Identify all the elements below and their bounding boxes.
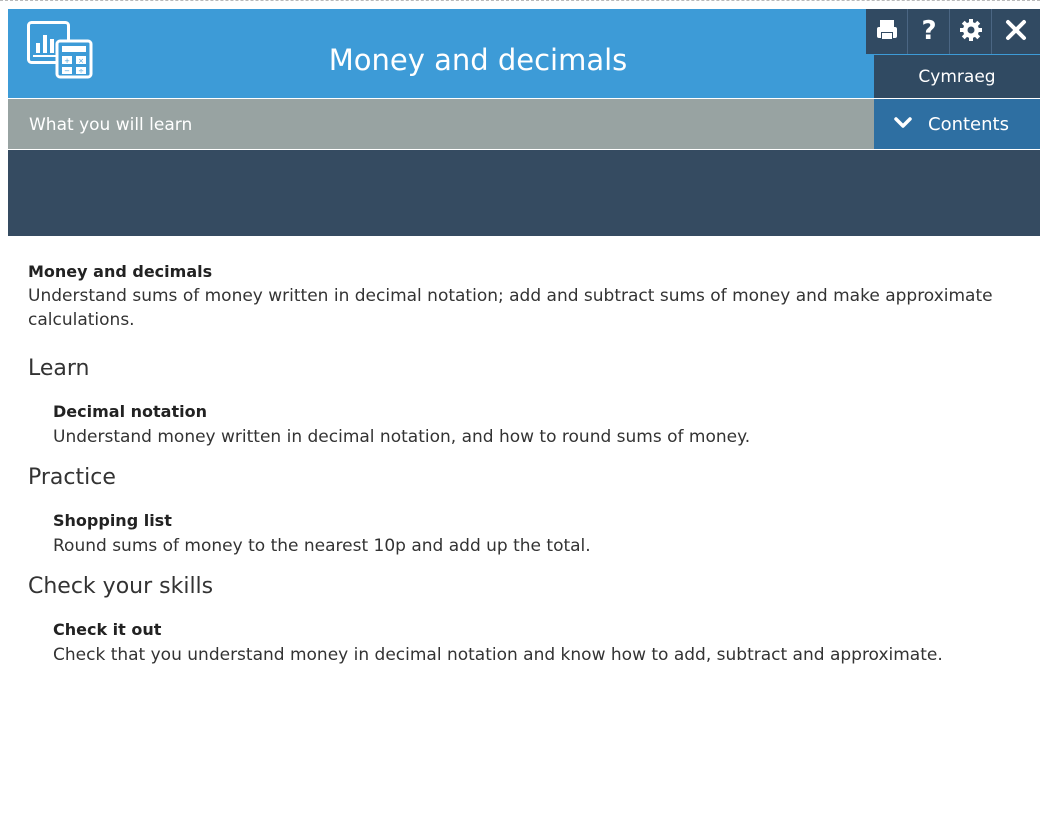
- item-title: Shopping list: [53, 511, 172, 530]
- svg-text:−: −: [64, 67, 70, 75]
- section-label: What you will learn: [29, 115, 193, 135]
- list-item-shopping-list[interactable]: Shopping list Round sums of money to the…: [53, 511, 1040, 558]
- question-icon: ?: [919, 16, 939, 47]
- chevron-down-icon: [874, 114, 928, 135]
- toolbar: ?: [866, 9, 1040, 54]
- print-button[interactable]: [866, 9, 908, 54]
- section-heading-learn: Learn: [28, 356, 90, 381]
- banner: [8, 150, 1040, 236]
- contents-button[interactable]: Contents: [874, 99, 1040, 149]
- language-button[interactable]: Cymraeg: [874, 55, 1040, 98]
- svg-text:?: ?: [921, 17, 936, 43]
- list-item-decimal-notation[interactable]: Decimal notation Understand money writte…: [53, 402, 1040, 449]
- print-icon: [875, 18, 899, 46]
- list-item-check-it-out[interactable]: Check it out Check that you understand m…: [53, 620, 1013, 667]
- svg-text:÷: ÷: [78, 67, 84, 75]
- gear-icon: [959, 18, 983, 46]
- section-heading-check-your-skills: Check your skills: [28, 574, 214, 599]
- svg-text:×: ×: [78, 57, 84, 65]
- settings-button[interactable]: [950, 9, 992, 54]
- top-dashed-border: [0, 0, 1040, 1]
- item-description: Check that you understand money in decim…: [53, 645, 943, 665]
- main-content: Money and decimals Understand sums of mo…: [28, 262, 1040, 667]
- item-description: Round sums of money to the nearest 10p a…: [53, 536, 591, 556]
- item-title: Check it out: [53, 620, 162, 639]
- item-description: Understand money written in decimal nota…: [53, 427, 751, 447]
- intro-description: Understand sums of money written in deci…: [28, 286, 993, 330]
- svg-text:+: +: [64, 57, 70, 65]
- calculator-chart-icon: + × − ÷: [27, 21, 95, 79]
- close-button[interactable]: [992, 9, 1040, 54]
- item-title: Decimal notation: [53, 402, 207, 421]
- intro-title: Money and decimals: [28, 262, 213, 281]
- close-icon: [1004, 18, 1028, 46]
- page-title: Money and decimals: [328, 43, 628, 77]
- contents-label: Contents: [928, 113, 1009, 135]
- help-button[interactable]: ?: [908, 9, 950, 54]
- section-heading-practice: Practice: [28, 465, 116, 490]
